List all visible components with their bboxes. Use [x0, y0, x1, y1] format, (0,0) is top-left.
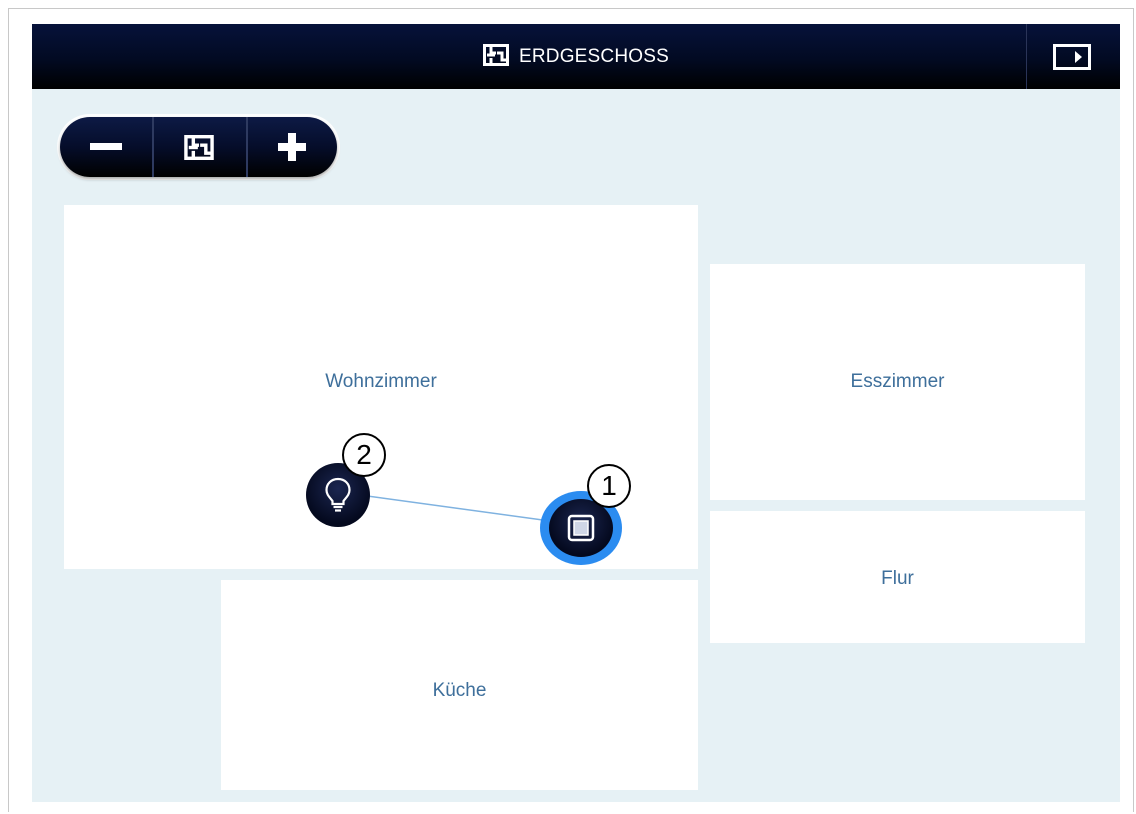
floor-plan-icon [482, 43, 509, 71]
panel-toggle-button[interactable] [1053, 44, 1091, 70]
device-number-badge: 1 [587, 464, 631, 508]
room-label: Esszimmer [850, 371, 945, 392]
device-number-badge: 2 [342, 433, 386, 477]
room-label: Wohnzimmer [325, 371, 437, 392]
zoom-out-button[interactable] [60, 117, 152, 177]
room-kueche[interactable]: Küche [221, 580, 698, 790]
device-switch [549, 499, 613, 557]
room-flur[interactable]: Flur [710, 511, 1085, 643]
panel-toggle-icon [1053, 44, 1091, 70]
minus-icon [90, 143, 122, 150]
header-divider [1026, 24, 1027, 89]
room-label: Küche [432, 680, 487, 701]
floor-plan-icon [184, 134, 214, 160]
zoom-in-button[interactable] [246, 117, 338, 177]
page-title: ERDGESCHOSS [518, 46, 669, 67]
zoom-controls-pill [60, 117, 337, 177]
fit-floor-button[interactable] [153, 117, 245, 177]
header-title-group: ERDGESCHOSS [32, 41, 1120, 73]
plus-icon [278, 133, 306, 161]
header-bar: ERDGESCHOSS [32, 24, 1120, 89]
light-bulb-icon [325, 477, 351, 512]
switch-icon [567, 514, 595, 542]
room-label: Flur [881, 568, 914, 589]
zoom-controls [57, 114, 340, 180]
room-esszimmer[interactable]: Esszimmer [710, 264, 1085, 500]
floor-plan-app: ERDGESCHOSS Wohnzimmer Esszimmer Flur Kü… [32, 24, 1120, 802]
